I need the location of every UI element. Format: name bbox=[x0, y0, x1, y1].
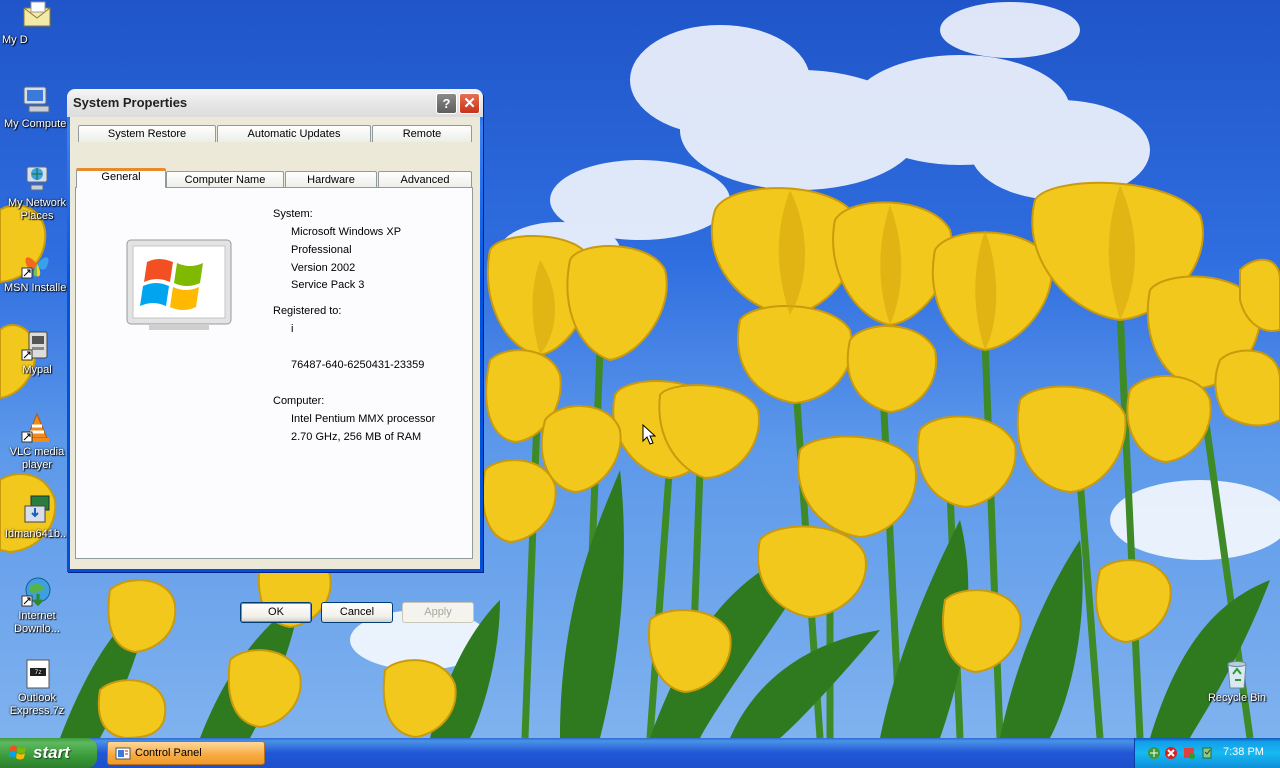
desktop-icon-my-network-places[interactable]: My Network Places bbox=[0, 163, 74, 223]
speed-and-ram: 2.70 GHz, 256 MB of RAM bbox=[291, 431, 422, 443]
recycle-bin-icon bbox=[1221, 658, 1253, 690]
tab-computer-name[interactable]: Computer Name bbox=[166, 171, 284, 188]
desktop-icon-label: My D bbox=[2, 34, 28, 46]
computer-heading: Computer: bbox=[273, 395, 325, 407]
desktop-icon-my-documents[interactable]: My D bbox=[0, 0, 74, 47]
desktop-icon-outlook-express-7z[interactable]: 7z Outlook Express.7z bbox=[0, 658, 74, 718]
globe-computer-icon bbox=[21, 163, 53, 195]
registered-name: i bbox=[291, 323, 294, 335]
os-version: Version 2002 bbox=[291, 262, 356, 274]
desktop-icon-label: Outlook Express.7z bbox=[9, 692, 65, 717]
os-name: Microsoft Windows XP bbox=[291, 226, 402, 238]
network-icon[interactable] bbox=[1147, 746, 1161, 760]
system-tray: 7:38 PM bbox=[1134, 738, 1280, 768]
processor: Intel Pentium MMX processor bbox=[291, 413, 436, 425]
mypal-icon bbox=[21, 330, 53, 362]
computer-icon bbox=[21, 84, 53, 116]
svg-text:7z: 7z bbox=[35, 669, 42, 676]
taskbar-item-control-panel[interactable]: Control Panel bbox=[107, 741, 265, 765]
mouse-cursor-icon bbox=[642, 424, 656, 445]
desktop-icon-mypal[interactable]: Mypal bbox=[0, 330, 74, 377]
ok-button[interactable]: OK bbox=[240, 602, 312, 623]
tab-advanced[interactable]: Advanced bbox=[378, 171, 472, 188]
tab-hardware[interactable]: Hardware bbox=[285, 171, 377, 188]
desktop-icon-label: My Network Places bbox=[7, 197, 67, 222]
tab-automatic-updates[interactable]: Automatic Updates bbox=[217, 125, 371, 142]
desktop-icon-internet-download[interactable]: Internet Downlo... bbox=[0, 576, 74, 636]
help-button[interactable]: ? bbox=[436, 93, 457, 114]
cancel-button[interactable]: Cancel bbox=[321, 602, 393, 623]
clock[interactable]: 7:38 PM bbox=[1223, 746, 1264, 758]
desktop-icon-vlc[interactable]: VLC media player bbox=[0, 412, 74, 472]
desktop-icon-my-computer[interactable]: My Computer bbox=[0, 84, 74, 131]
msn-butterfly-icon bbox=[21, 248, 53, 280]
apply-button[interactable]: Apply bbox=[402, 602, 474, 623]
desktop-icon-label: Idman641b... bbox=[4, 528, 70, 540]
product-id: 76487-640-6250431-23359 bbox=[291, 359, 425, 371]
start-label: start bbox=[33, 743, 70, 762]
desktop-icon-recycle-bin[interactable]: Recycle Bin bbox=[1200, 658, 1274, 705]
archive-file-icon: 7z bbox=[21, 658, 53, 690]
desktop-icon-label: VLC media player bbox=[9, 446, 65, 471]
desktop-icon-label: Mypal bbox=[22, 364, 52, 376]
close-button[interactable]: ✕ bbox=[459, 93, 480, 114]
desktop-icon-label: MSN Installer bbox=[3, 282, 71, 294]
tab-system-restore[interactable]: System Restore bbox=[78, 125, 216, 142]
safely-remove-icon[interactable] bbox=[1200, 746, 1214, 760]
start-button[interactable]: start bbox=[0, 738, 97, 768]
system-properties-dialog: System Properties ? ✕ System Restore Aut… bbox=[67, 89, 483, 623]
desktop-icon-idman[interactable]: Idman641b... bbox=[0, 494, 74, 541]
tab-remote[interactable]: Remote bbox=[372, 125, 472, 142]
system-heading: System: bbox=[273, 208, 313, 220]
tray-app-icon[interactable] bbox=[1182, 746, 1196, 760]
taskbar: start Control Panel 7:38 PM bbox=[0, 738, 1280, 768]
globe-download-icon bbox=[21, 576, 53, 608]
control-panel-icon bbox=[115, 747, 131, 760]
installer-icon bbox=[21, 494, 53, 526]
desktop-icon-label: Recycle Bin bbox=[1207, 692, 1267, 704]
os-service-pack: Service Pack 3 bbox=[291, 279, 365, 291]
tab-general[interactable]: General bbox=[76, 168, 166, 188]
desktop-icon-label: My Computer bbox=[3, 118, 71, 130]
windows-flag-icon bbox=[9, 745, 26, 760]
window-title: System Properties bbox=[73, 95, 188, 110]
windows-logo-icon bbox=[126, 239, 232, 330]
title-bar[interactable]: System Properties ? ✕ bbox=[67, 89, 483, 117]
vlc-cone-icon bbox=[21, 412, 53, 444]
envelope-icon bbox=[21, 0, 53, 32]
dialog-body: System Restore Automatic Updates Remote … bbox=[70, 117, 480, 569]
taskbar-item-label: Control Panel bbox=[135, 747, 202, 759]
general-tab-panel: System: Microsoft Windows XP Professiona… bbox=[75, 187, 473, 559]
desktop-icon-label: Internet Downlo... bbox=[14, 610, 60, 635]
desktop-icon-msn-installer[interactable]: MSN Installer bbox=[0, 248, 74, 295]
security-alert-icon[interactable] bbox=[1164, 746, 1178, 760]
registered-heading: Registered to: bbox=[273, 305, 342, 317]
os-edition: Professional bbox=[291, 244, 352, 256]
